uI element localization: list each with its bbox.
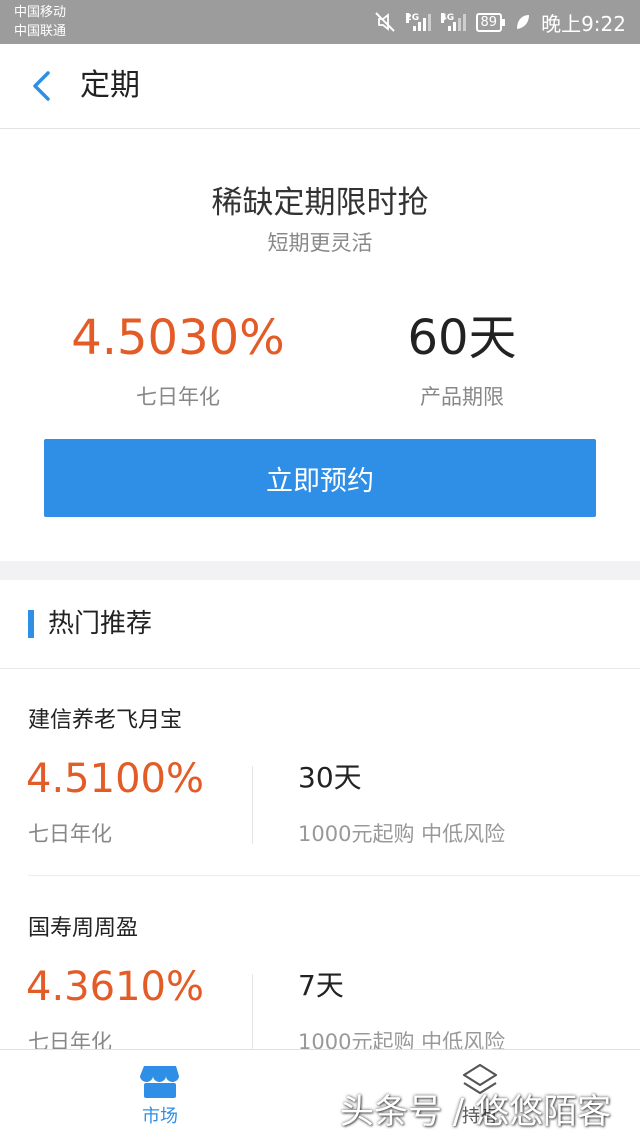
annual-rate-label: 七日年化 — [136, 385, 220, 409]
product-term: 7天 — [298, 969, 344, 1002]
product-name: 国寿周周盈 — [28, 916, 139, 941]
watermark-text: 头条号 / 悠悠陌客 — [340, 1092, 612, 1132]
signal-2-icon: 4G — [440, 13, 466, 31]
recommend-title: 热门推荐 — [48, 609, 153, 639]
leaf-icon — [517, 15, 530, 29]
hero-subtitle: 短期更灵活 — [267, 231, 373, 255]
term-stat: 60天 产品期限 — [302, 307, 622, 411]
product-meta: 1000元起购 中低风险 — [298, 822, 506, 846]
product-rate-label: 七日年化 — [28, 822, 112, 846]
signal-2-label: 4G — [440, 13, 455, 23]
product-item[interactable]: 国寿周周盈 4.3610% 七日年化 7天 1000元起购 中低风险 — [0, 876, 640, 1050]
product-rate: 4.3610% — [26, 964, 204, 1010]
tab-market-label: 市场 — [142, 1106, 178, 1127]
product-rate: 4.5100% — [26, 756, 204, 802]
carrier-1: 中国移动 — [14, 5, 67, 20]
divider — [252, 974, 253, 1050]
status-bar: 中国移动 中国联通 2G 4G 89 晚上9:22 — [0, 0, 640, 44]
recommend-section: 热门推荐 建信养老飞月宝 4.5100% 七日年化 30天 1000元起购 中低… — [0, 580, 640, 1050]
chevron-left-icon[interactable] — [28, 68, 56, 104]
product-rate-label: 七日年化 — [28, 1030, 112, 1050]
annual-rate-stat: 4.5030% 七日年化 — [18, 307, 338, 411]
nav-bar: 定期 — [0, 44, 640, 129]
divider — [252, 766, 253, 844]
annual-rate-value: 4.5030% — [71, 310, 285, 366]
product-item[interactable]: 建信养老飞月宝 4.5100% 七日年化 30天 1000元起购 中低风险 — [0, 668, 640, 876]
battery-level: 89 — [475, 12, 503, 32]
status-indicators: 2G 4G 89 晚上9:22 — [374, 8, 626, 36]
hero-title: 稀缺定期限时抢 — [211, 185, 429, 221]
section-accent-bar — [28, 610, 34, 638]
signal-1-label: 2G — [405, 13, 420, 23]
store-icon — [140, 1066, 179, 1098]
carrier-2: 中国联通 — [14, 24, 67, 39]
page-title: 定期 — [80, 68, 140, 103]
featured-product-card: 稀缺定期限时抢 短期更灵活 4.5030% 七日年化 60天 产品期限 立即预约 — [0, 129, 640, 561]
tab-market[interactable]: 市场 — [80, 1050, 240, 1139]
carrier-info: 中国移动 中国联通 — [14, 3, 66, 41]
battery-icon: 89 — [475, 12, 506, 32]
product-name: 建信养老飞月宝 — [28, 708, 183, 733]
reserve-button[interactable]: 立即预约 — [44, 439, 596, 517]
term-label: 产品期限 — [420, 385, 504, 409]
clock: 晚上9:22 — [541, 11, 626, 36]
product-term: 30天 — [298, 761, 362, 794]
recommend-header: 热门推荐 — [0, 580, 640, 669]
mute-icon — [374, 12, 395, 32]
product-meta: 1000元起购 中低风险 — [298, 1030, 506, 1050]
term-value: 60天 — [407, 310, 517, 366]
signal-1-icon: 2G — [405, 13, 431, 31]
